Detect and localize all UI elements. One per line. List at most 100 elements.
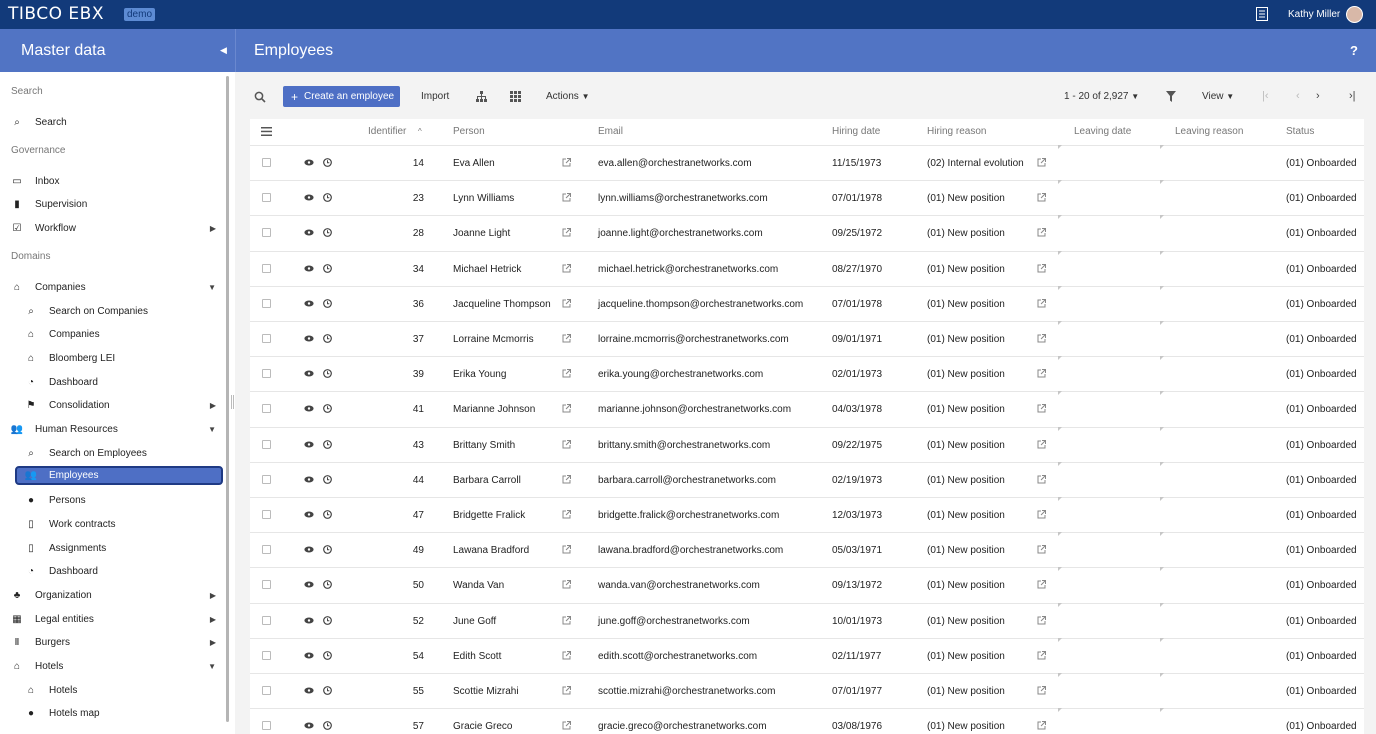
view-record-icon[interactable]	[304, 300, 314, 307]
hierarchy-icon[interactable]	[476, 91, 487, 102]
sidebar-item-persons[interactable]: ● Persons	[25, 491, 223, 510]
view-record-icon[interactable]	[304, 687, 314, 694]
open-link-icon[interactable]	[1037, 510, 1046, 519]
view-record-icon[interactable]	[304, 722, 314, 729]
history-icon[interactable]	[323, 193, 332, 203]
open-link-icon[interactable]	[562, 439, 571, 449]
sidebar-item-companies[interactable]: ⌂ Companies	[25, 325, 223, 344]
table-row[interactable]: 47 Bridgette Fralick bridgette.fralick@orc…	[250, 497, 1364, 532]
open-link-icon[interactable]	[1037, 193, 1046, 202]
row-checkbox[interactable]	[262, 228, 271, 238]
open-link-icon[interactable]	[1037, 228, 1046, 237]
history-icon[interactable]	[323, 334, 332, 343]
view-record-icon[interactable]	[304, 370, 314, 377]
open-link-icon[interactable]	[1037, 334, 1046, 343]
table-row[interactable]: 49 Lawana Bradford lawana.bradford@orchest…	[250, 532, 1364, 567]
sidebar-item-assignments[interactable]: ▯ Assignments	[25, 539, 223, 558]
column-header-person[interactable]: Person	[453, 126, 485, 137]
table-row[interactable]: 36 Jacqueline Thompson jacqueline.thompson…	[250, 285, 1364, 321]
sidebar-item-search-on-companies[interactable]: ⌕ Search on Companies	[25, 302, 223, 321]
view-record-icon[interactable]	[304, 265, 314, 272]
open-link-icon[interactable]	[1037, 369, 1046, 378]
sidebar-item-inbox[interactable]: ▭ Inbox	[11, 172, 223, 191]
view-record-icon[interactable]	[304, 229, 314, 236]
previous-page-icon[interactable]: ‹	[1296, 90, 1300, 102]
task-list-icon[interactable]	[1256, 7, 1268, 21]
sidebar-item-workflow[interactable]: ☑ Workflow ▶	[11, 219, 223, 238]
view-menu[interactable]: View ▼	[1202, 91, 1234, 102]
row-checkbox[interactable]	[262, 298, 271, 308]
open-link-icon[interactable]	[562, 404, 571, 413]
history-icon[interactable]	[323, 263, 332, 273]
sidebar-scrollbar[interactable]	[226, 76, 229, 722]
row-checkbox[interactable]	[262, 510, 271, 519]
search-icon[interactable]	[254, 91, 266, 103]
history-icon[interactable]	[323, 686, 332, 695]
actions-menu[interactable]: Actions ▼	[546, 91, 590, 102]
open-link-icon[interactable]	[1037, 686, 1046, 695]
help-icon[interactable]: ?	[1350, 43, 1358, 58]
open-link-icon[interactable]	[562, 545, 571, 554]
open-link-icon[interactable]	[1037, 439, 1046, 449]
caret-right-icon[interactable]: ▶	[210, 638, 216, 647]
history-icon[interactable]	[323, 510, 332, 519]
table-row[interactable]: 34 Michael Hetrick michael.hetrick@orchest…	[250, 250, 1364, 286]
caret-right-icon[interactable]: ▶	[210, 615, 216, 624]
history-icon[interactable]	[323, 615, 332, 625]
table-row[interactable]: 44 Barbara Carroll barbara.carroll@orchest…	[250, 461, 1364, 497]
view-record-icon[interactable]	[304, 405, 314, 412]
table-row[interactable]: 41 Marianne Johnson marianne.johnson@orche…	[250, 391, 1364, 426]
column-header-identifier[interactable]: Identifier	[368, 126, 406, 137]
row-checkbox[interactable]	[262, 686, 271, 695]
open-link-icon[interactable]	[562, 158, 571, 167]
view-record-icon[interactable]	[304, 652, 314, 659]
column-header-leaving-reason[interactable]: Leaving reason	[1175, 126, 1243, 137]
table-row[interactable]: 55 Scottie Mizrahi scottie.mizrahi@orchest…	[250, 673, 1364, 708]
table-row[interactable]: 37 Lorraine Mcmorris lorraine.mcmorris@orc…	[250, 321, 1364, 356]
row-checkbox[interactable]	[262, 369, 271, 379]
grid-icon[interactable]	[510, 91, 521, 102]
view-record-icon[interactable]	[304, 194, 314, 201]
open-link-icon[interactable]	[1037, 615, 1046, 625]
row-checkbox[interactable]	[262, 615, 271, 625]
open-link-icon[interactable]	[562, 650, 571, 660]
table-row[interactable]: 52 June Goff june.goff@orchestranetworks.c…	[250, 602, 1364, 638]
open-link-icon[interactable]	[1037, 580, 1046, 589]
column-header-email[interactable]: Email	[598, 126, 623, 137]
sort-ascending-icon[interactable]: ^	[418, 127, 422, 136]
caret-right-icon[interactable]: ▶	[210, 401, 216, 410]
open-link-icon[interactable]	[562, 334, 571, 343]
caret-down-icon[interactable]: ▼	[208, 425, 216, 434]
sidebar-item-employees[interactable]: 👥 Employees	[15, 466, 223, 486]
sidebar-resize-handle[interactable]	[231, 395, 234, 409]
sidebar-item-bloomberg-lei[interactable]: ⌂ Bloomberg LEI	[25, 349, 223, 368]
open-link-icon[interactable]	[1037, 263, 1046, 273]
row-checkbox[interactable]	[262, 158, 271, 167]
create-employee-button[interactable]: + Create an employee	[283, 86, 400, 107]
row-checkbox[interactable]	[262, 404, 271, 414]
open-link-icon[interactable]	[1037, 298, 1046, 308]
table-row[interactable]: 57 Gracie Greco gracie.greco@orchestranetw…	[250, 708, 1364, 734]
brand-logo[interactable]: TIBCO EBX	[8, 4, 104, 24]
history-icon[interactable]	[323, 369, 332, 379]
open-link-icon[interactable]	[562, 369, 571, 378]
row-checkbox[interactable]	[262, 439, 271, 449]
history-icon[interactable]	[323, 474, 332, 484]
row-checkbox[interactable]	[262, 721, 271, 731]
view-record-icon[interactable]	[304, 546, 314, 553]
sidebar-item-work-contracts[interactable]: ▯ Work contracts	[25, 515, 223, 534]
table-row[interactable]: 39 Erika Young erika.young@orchestranetwor…	[250, 356, 1364, 391]
column-header-leaving-date[interactable]: Leaving date	[1074, 126, 1131, 137]
open-link-icon[interactable]	[562, 228, 571, 237]
history-icon[interactable]	[323, 545, 332, 555]
view-record-icon[interactable]	[304, 441, 314, 448]
import-button[interactable]: Import	[421, 91, 449, 102]
history-icon[interactable]	[323, 404, 332, 414]
row-checkbox[interactable]	[262, 474, 271, 484]
sidebar-item-hotels[interactable]: ⌂ Hotels ▼	[11, 657, 223, 676]
caret-right-icon[interactable]: ▶	[210, 224, 216, 233]
view-record-icon[interactable]	[304, 159, 314, 166]
caret-right-icon[interactable]: ▶	[210, 591, 216, 600]
history-icon[interactable]	[323, 721, 332, 731]
open-link-icon[interactable]	[562, 615, 571, 625]
